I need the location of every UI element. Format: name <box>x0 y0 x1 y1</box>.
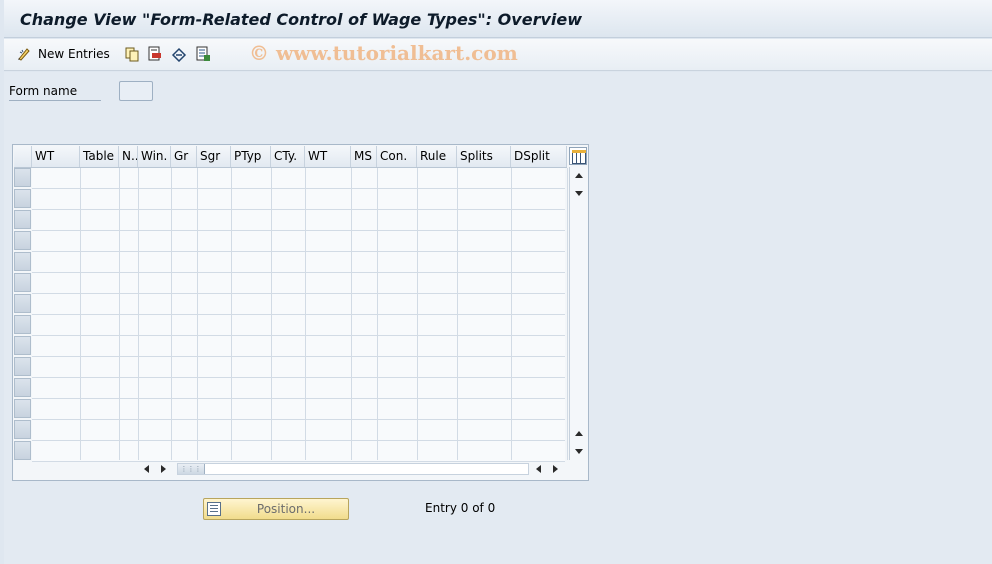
column-header-dsplit[interactable]: DSplit <box>511 146 567 167</box>
delete-button[interactable] <box>147 45 163 63</box>
undo-icon <box>171 46 187 62</box>
copy-icon <box>124 46 140 62</box>
horizontal-scrollbar[interactable]: ⋮⋮⋮ <box>139 460 567 478</box>
row-selector[interactable] <box>14 357 31 376</box>
wage-type-table: WT Table N.. Win. Gr Sgr PTyp CTy. WT MS… <box>12 144 589 481</box>
new-entries-icon <box>16 46 32 62</box>
watermark: © www.tutorialkart.com <box>249 41 518 65</box>
column-divider <box>231 168 232 460</box>
table-row[interactable] <box>32 168 565 189</box>
table-row[interactable] <box>32 231 565 252</box>
scroll-page-left-icon[interactable] <box>536 465 541 473</box>
column-header-wt-2[interactable]: WT <box>305 146 351 167</box>
row-selector[interactable] <box>14 336 31 355</box>
table-row[interactable] <box>32 252 565 273</box>
column-header-cty[interactable]: CTy. <box>271 146 305 167</box>
row-selector[interactable] <box>14 378 31 397</box>
scroll-left-icon[interactable] <box>144 465 149 473</box>
position-button[interactable]: Position... <box>203 498 349 520</box>
form-name-input[interactable] <box>119 81 153 101</box>
undo-button[interactable] <box>171 45 187 63</box>
row-selector[interactable] <box>14 273 31 292</box>
row-selector[interactable] <box>14 231 31 250</box>
column-divider <box>351 168 352 460</box>
column-divider <box>377 168 378 460</box>
select-all-icon <box>195 46 211 62</box>
row-selector[interactable] <box>14 294 31 313</box>
column-divider <box>271 168 272 460</box>
column-header-n[interactable]: N.. <box>119 146 138 167</box>
column-divider <box>457 168 458 460</box>
horizontal-scroll-track[interactable]: ⋮⋮⋮ <box>177 463 529 475</box>
column-header-win[interactable]: Win. <box>138 146 171 167</box>
vertical-scrollbar[interactable] <box>569 167 588 460</box>
column-header-sgr[interactable]: Sgr <box>197 146 231 167</box>
row-selector[interactable] <box>14 168 31 187</box>
row-selector[interactable] <box>14 210 31 229</box>
column-divider <box>567 168 568 460</box>
table-row[interactable] <box>32 378 565 399</box>
table-header: WT Table N.. Win. Gr Sgr PTyp CTy. WT MS… <box>14 146 567 168</box>
table-row[interactable] <box>32 210 565 231</box>
column-header-table[interactable]: Table <box>80 146 119 167</box>
row-selector[interactable] <box>14 315 31 334</box>
table-row[interactable] <box>32 315 565 336</box>
delete-icon <box>147 46 163 62</box>
title-bar: Change View "Form-Related Control of Wag… <box>4 0 992 38</box>
table-row[interactable] <box>32 336 565 357</box>
column-header-splits[interactable]: Splits <box>457 146 511 167</box>
column-header-ms[interactable]: MS <box>351 146 377 167</box>
scroll-up-icon[interactable] <box>575 173 583 178</box>
table-row[interactable] <box>32 294 565 315</box>
column-divider <box>80 168 81 460</box>
column-divider <box>511 168 512 460</box>
page-up-icon[interactable] <box>575 431 583 436</box>
column-header-con[interactable]: Con. <box>377 146 417 167</box>
table-settings-icon[interactable] <box>569 147 587 165</box>
column-divider <box>197 168 198 460</box>
table-row[interactable] <box>32 399 565 420</box>
application-toolbar: New Entries © www.tutorialkart.com <box>4 39 992 71</box>
column-header-wt[interactable]: WT <box>32 146 80 167</box>
column-header-rule[interactable]: Rule <box>417 146 457 167</box>
select-all-button[interactable] <box>195 45 211 63</box>
scroll-page-right-icon[interactable] <box>553 465 558 473</box>
column-divider <box>138 168 139 460</box>
select-all-rows-cell[interactable] <box>14 146 32 167</box>
table-row[interactable] <box>32 357 565 378</box>
new-entries-label: New Entries <box>38 47 110 61</box>
entry-counter: Entry 0 of 0 <box>425 501 496 515</box>
column-divider <box>119 168 120 460</box>
row-selector[interactable] <box>14 441 31 460</box>
scroll-right-icon[interactable] <box>161 465 166 473</box>
column-header-gr[interactable]: Gr <box>171 146 197 167</box>
form-name-label: Form name <box>9 84 101 101</box>
copy-button[interactable] <box>124 45 140 63</box>
horizontal-scroll-thumb[interactable]: ⋮⋮⋮ <box>178 464 205 474</box>
scroll-down-icon[interactable] <box>575 191 583 196</box>
column-divider <box>417 168 418 460</box>
table-row[interactable] <box>32 441 565 462</box>
column-header-ptyp[interactable]: PTyp <box>231 146 271 167</box>
row-selector[interactable] <box>14 399 31 418</box>
page-title: Change View "Form-Related Control of Wag… <box>20 10 582 29</box>
row-selector[interactable] <box>14 189 31 208</box>
column-divider <box>305 168 306 460</box>
new-entries-button[interactable]: New Entries <box>16 45 110 63</box>
table-row[interactable] <box>32 189 565 210</box>
row-selector[interactable] <box>14 252 31 271</box>
table-row[interactable] <box>32 273 565 294</box>
row-selector[interactable] <box>14 420 31 439</box>
column-divider <box>171 168 172 460</box>
position-button-label: Position... <box>256 502 316 516</box>
main-content: Form name WT Table N.. Win. Gr Sgr PTyp … <box>4 72 992 564</box>
page-down-icon[interactable] <box>575 449 583 454</box>
table-row[interactable] <box>32 420 565 441</box>
position-icon <box>207 502 221 516</box>
